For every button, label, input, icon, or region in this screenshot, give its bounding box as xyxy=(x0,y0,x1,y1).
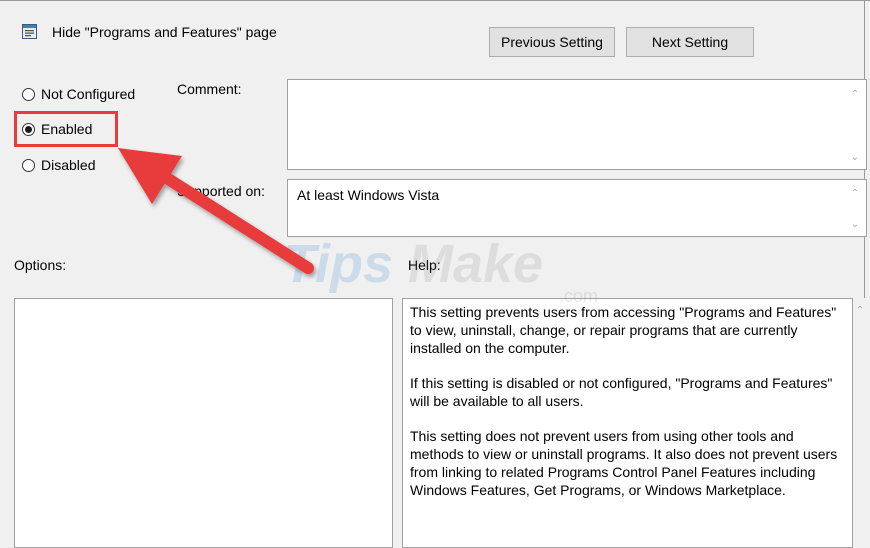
help-paragraph: This setting does not prevent users from… xyxy=(410,428,838,498)
setting-title: Hide "Programs and Features" page xyxy=(52,24,277,40)
radio-label-disabled: Disabled xyxy=(41,157,96,173)
previous-setting-button[interactable]: Previous Setting xyxy=(489,27,615,57)
help-scroll-up-icon[interactable]: ⌃ xyxy=(854,305,866,316)
radio-not-configured[interactable]: Not Configured xyxy=(22,86,135,102)
policy-setting-icon xyxy=(22,24,37,39)
radio-label-not-configured: Not Configured xyxy=(41,86,136,102)
comment-textarea[interactable] xyxy=(287,79,867,170)
supported-scroll-up-icon[interactable]: ⌃ xyxy=(849,188,861,199)
comment-label: Comment: xyxy=(177,81,242,97)
help-scrollbar[interactable] xyxy=(853,298,867,538)
help-text: This setting prevents users from accessi… xyxy=(410,303,842,516)
help-paragraph: This setting prevents users from accessi… xyxy=(410,304,837,356)
next-setting-button[interactable]: Next Setting xyxy=(626,27,754,57)
options-label: Options: xyxy=(14,257,67,273)
options-panel xyxy=(14,298,393,548)
help-label: Help: xyxy=(408,257,441,273)
window-top-border xyxy=(0,0,870,1)
supported-scroll-down-icon[interactable]: ⌄ xyxy=(849,219,861,230)
comment-scroll-up-icon[interactable]: ⌃ xyxy=(849,89,861,100)
radio-disabled[interactable]: Disabled xyxy=(22,157,95,173)
red-arrow-icon xyxy=(118,148,314,274)
radio-circle-not-configured[interactable] xyxy=(22,87,35,101)
comment-scroll-down-icon[interactable]: ⌄ xyxy=(849,152,861,163)
help-paragraph: If this setting is disabled or not confi… xyxy=(410,375,833,409)
radio-circle-disabled[interactable] xyxy=(22,158,35,172)
